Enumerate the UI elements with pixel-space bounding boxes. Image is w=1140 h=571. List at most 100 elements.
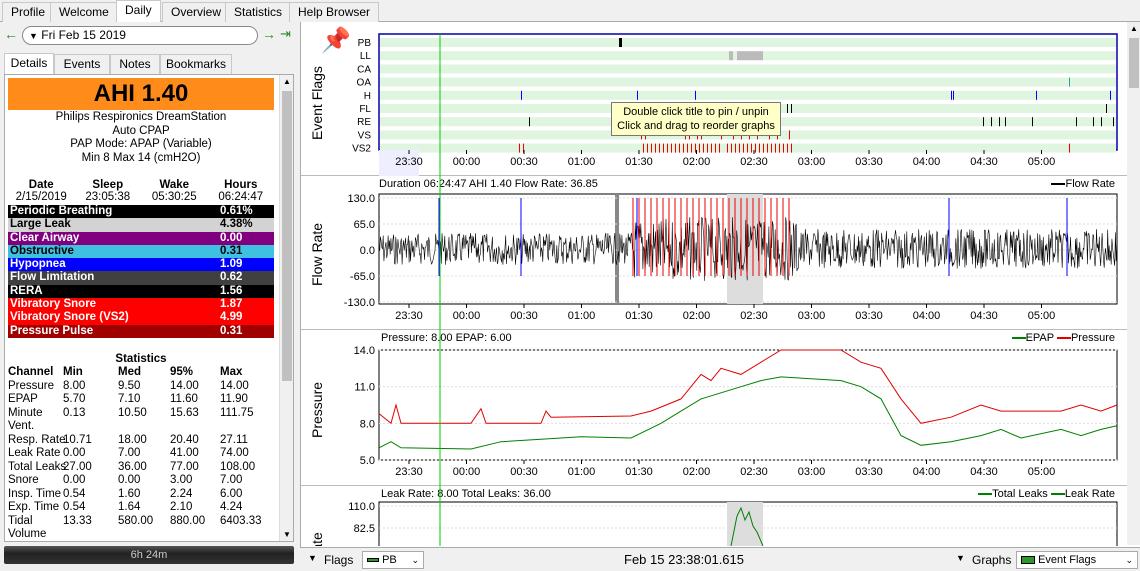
stats-row: Leak Rate 0.00 7.00 41.00 74.00 [8, 447, 274, 461]
flag-mark [695, 90, 696, 100]
graphs-select-value: Event Flags [1038, 554, 1097, 566]
x-tick-label: 04:00 [913, 156, 941, 168]
last-day-arrow-icon[interactable]: ⇥ [280, 26, 291, 42]
y-tick-label: 110.0 [348, 501, 375, 513]
stats-cell: Max [220, 366, 243, 378]
x-tick-label: 01:30 [625, 310, 653, 322]
index-label: Pressure Pulse [10, 324, 94, 337]
stats-cell: Pressure [8, 379, 55, 392]
flag-channel-label: LL [360, 51, 372, 62]
tab-daily[interactable]: Daily [116, 0, 161, 22]
tab-overview[interactable]: Overview [162, 2, 231, 22]
stats-cell: 6403.33 [220, 514, 262, 527]
flag-mark [763, 143, 764, 153]
tab-help-browser[interactable]: Help Browser [289, 2, 380, 22]
flags-label: Flags [324, 553, 354, 567]
stats-row: Snore 0.00 0.00 3.00 7.00 [8, 474, 274, 488]
flag-mark [637, 90, 638, 100]
graphs-scroll-thumb[interactable] [1129, 38, 1139, 88]
graphs-select[interactable]: Event Flags ⌄ [1016, 551, 1138, 569]
x-tick-label: 03:30 [855, 156, 883, 168]
flag-mark [771, 143, 772, 153]
index-row: Vibratory Snore 1.87 [8, 298, 274, 312]
pressure-range: Min 8 Max 14 (cmH2O) [81, 151, 201, 164]
session-summary: Date Sleep Wake Hours 2/15/2019 23:05:38… [8, 179, 274, 203]
flag-channel-label: PB [358, 38, 372, 49]
y-tick-label: 11.0 [354, 382, 375, 394]
x-tick-label: 23:30 [395, 310, 423, 322]
flow-rate-graph[interactable]: Duration 06:24:47 AHI 1.40 Flow Rate: 36… [301, 176, 1127, 330]
flag-mark [687, 143, 688, 153]
machine-model: Philips Respironics DreamStation [55, 111, 227, 123]
leak-rate-graph[interactable]: Leak Rate: 8.00 Total Leaks: 36.00 Total… [301, 486, 1127, 546]
tab-welcome[interactable]: Welcome [50, 2, 118, 22]
flag-mark [711, 143, 712, 153]
y-tick-label: 14.0 [354, 345, 375, 357]
flag-mark [983, 117, 984, 127]
stats-cell: 11.90 [220, 393, 248, 405]
stats-cell: 2.24 [170, 487, 193, 500]
date-navigator: ← ▼ Fri Feb 15 2019 → ⇥ [4, 26, 296, 46]
flag-mark [791, 104, 792, 113]
tab-bookmarks[interactable]: Bookmarks [160, 54, 232, 74]
next-day-arrow-icon[interactable]: → [262, 26, 276, 42]
prev-day-arrow-icon[interactable]: ← [4, 26, 18, 42]
scroll-down-icon[interactable]: ▼ [283, 530, 291, 539]
stats-row: EPAP 5.70 7.10 11.60 11.90 [8, 393, 274, 407]
flags-select-value: PB [382, 554, 397, 566]
graphs-scrollbar[interactable]: ▲ [1127, 22, 1140, 545]
scroll-up-icon[interactable]: ▲ [1130, 24, 1138, 33]
date-picker[interactable]: ▼ Fri Feb 15 2019 [22, 26, 258, 45]
stats-cell: 2.10 [170, 501, 193, 513]
flag-mark [1076, 117, 1077, 127]
index-label: Large Leak [10, 218, 71, 231]
index-value: 0.31 [220, 244, 243, 257]
index-label: Vibratory Snore [10, 298, 97, 311]
stats-cell: 7.10 [118, 393, 141, 405]
index-row: Flow Limitation 0.62 [8, 271, 274, 285]
stats-cell: 0.00 [63, 447, 86, 459]
stats-cell: 0.00 [63, 474, 86, 486]
index-label: Periodic Breathing [10, 205, 113, 217]
stats-cell: 14.00 [220, 379, 249, 392]
main-tabbar: Profile Welcome Daily Overview Statistic… [0, 0, 1140, 22]
x-tick-label: 02:30 [740, 156, 768, 168]
stats-row: Channel Min Med 95% Max [8, 366, 274, 380]
flags-select[interactable]: PB ⌄ [362, 551, 424, 569]
stats-cell: Med [118, 366, 141, 378]
left-pane: ← ▼ Fri Feb 15 2019 → ⇥ Details Events N… [0, 22, 298, 571]
stats-cell: 95% [170, 366, 194, 378]
tab-profile[interactable]: Profile [2, 2, 55, 22]
pressure-graph[interactable]: Pressure: 8.00 EPAP: 6.00 EPAP Pressure … [301, 330, 1127, 486]
stats-cell: Min [63, 366, 83, 378]
graphs-toggle-icon[interactable]: ▼ [956, 553, 965, 563]
flag-channel-label: CA [357, 64, 371, 75]
stats-cell: Vent. [8, 420, 35, 432]
flag-mark [953, 90, 954, 100]
flag-channel-label: VS2 [352, 144, 371, 155]
scroll-up-icon[interactable]: ▲ [283, 77, 291, 86]
index-label: Vibratory Snore (VS2) [10, 311, 129, 324]
flag-mark [1036, 90, 1037, 100]
tab-notes[interactable]: Notes [110, 54, 160, 74]
flags-toggle-icon[interactable]: ▼ [308, 553, 317, 563]
flag-mark [1113, 117, 1114, 127]
details-scrollbar[interactable]: ▲ ▼ [279, 75, 293, 541]
scroll-thumb[interactable] [282, 91, 292, 381]
stats-cell: 0.13 [63, 406, 86, 419]
statistics-table: Statistics Channel Min Med 95% Max Pressure 8.… [8, 353, 274, 541]
flag-row-band [380, 77, 1116, 87]
flag-mark [755, 143, 756, 153]
index-row: Large Leak 4.38% [8, 218, 274, 232]
stats-cell: 880.00 [170, 514, 206, 527]
tab-details[interactable]: Details [4, 53, 54, 74]
index-row: Obstructive 0.31 [8, 244, 274, 259]
flag-mark [707, 143, 708, 153]
tab-events[interactable]: Events [54, 54, 110, 74]
y-tick-label: 0.0 [360, 245, 375, 257]
wake-value: 05:30:25 [151, 191, 197, 203]
x-tick-label: 00:30 [510, 156, 538, 168]
flag-mark [643, 143, 644, 153]
tab-statistics[interactable]: Statistics [225, 2, 292, 22]
index-label: Hypopnea [10, 258, 66, 271]
